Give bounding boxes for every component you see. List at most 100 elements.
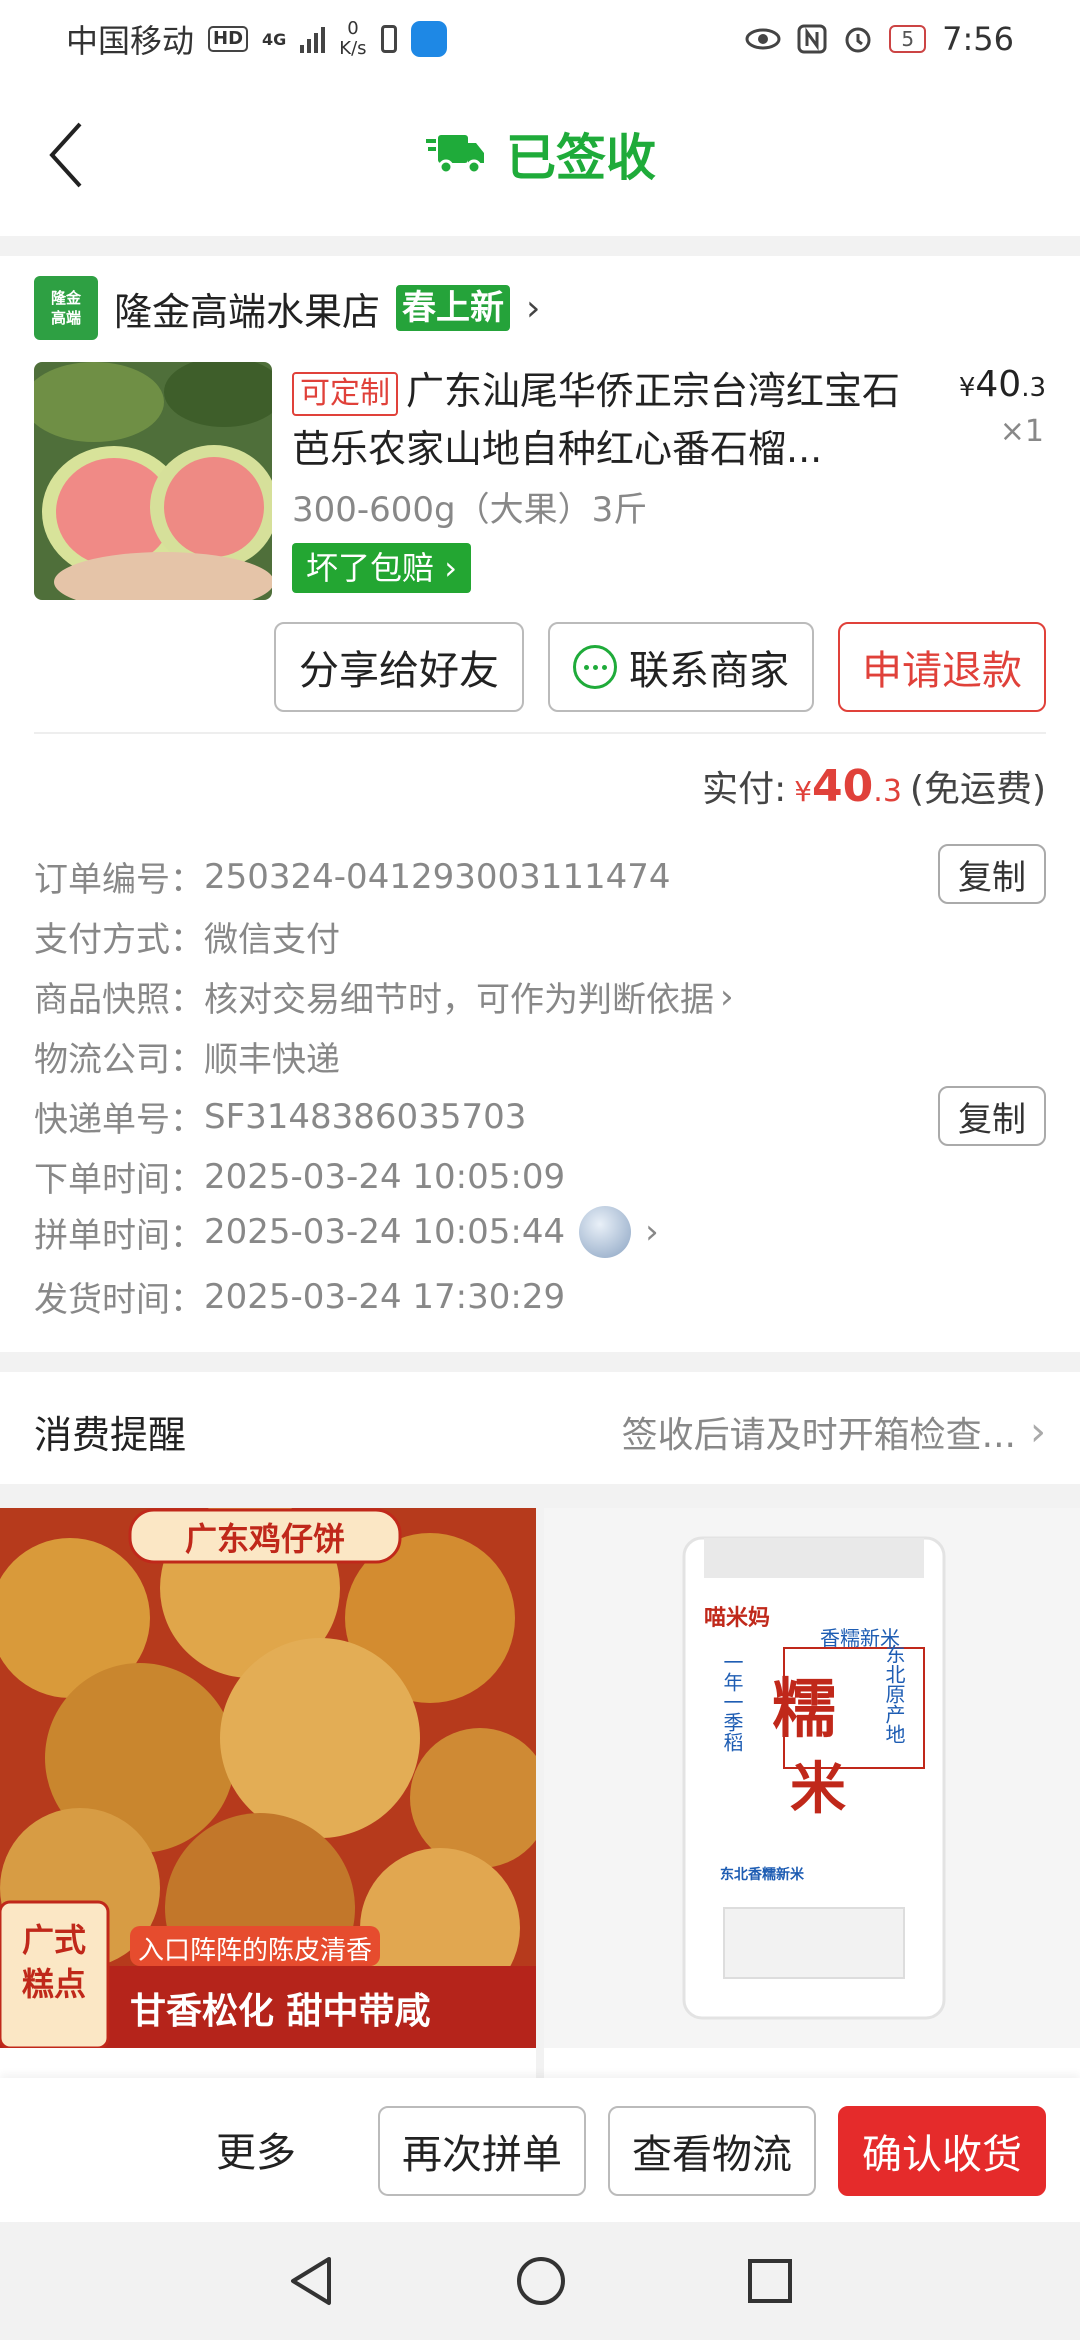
- group-time-row[interactable]: 拼单时间： 2025-03-24 10:05:44 ›: [34, 1206, 659, 1258]
- chat-icon: [573, 645, 617, 689]
- rice-vertical-left: 一年一季稻: [720, 1652, 744, 1752]
- chevron-right-icon: ›: [526, 287, 541, 329]
- nav-back-icon[interactable]: [287, 2255, 335, 2307]
- copy-order-number-button[interactable]: 复制: [938, 844, 1046, 904]
- tracking-number-value: SF3148386035703: [204, 1096, 527, 1137]
- payment-method-label: 支付方式：: [34, 920, 204, 960]
- paid-label: 实付:: [702, 769, 787, 810]
- speed-unit: K/s: [339, 38, 367, 59]
- copy-tracking-number-button[interactable]: 复制: [938, 1086, 1046, 1146]
- more-button[interactable]: 更多: [216, 2120, 296, 2178]
- chevron-right-icon: ›: [645, 1212, 659, 1252]
- price-int: 40: [975, 364, 1022, 405]
- order-number-value: 250324-041293003111474: [204, 856, 671, 897]
- paid-symbol: ¥: [794, 775, 813, 808]
- eye-icon: [745, 28, 781, 50]
- ship-time-row: 发货时间： 2025-03-24 17:30:29: [34, 1272, 565, 1321]
- guarantee-text: 坏了包赔: [306, 549, 435, 587]
- status-bar: 中国移动 HD 4G 0 K/s 5 7:56: [0, 0, 1080, 78]
- hd-icon: HD: [208, 26, 249, 52]
- refund-button[interactable]: 申请退款: [838, 622, 1046, 712]
- logistics-company-value: 顺丰快递: [204, 1040, 340, 1080]
- recommend-caption: [544, 2048, 1080, 2078]
- clock: 7:56: [942, 20, 1014, 58]
- network-label: 4G: [262, 29, 287, 49]
- recommend-card-left[interactable]: 广东鸡仔饼 入口阵阵的陈皮清香 甘香松化 甜中带咸 广式 糕点: [0, 1508, 536, 2078]
- payment-method-row: 支付方式： 微信支付: [34, 912, 340, 961]
- shop-name: 隆金高端水果店: [114, 289, 381, 334]
- recommend-sub: 入口阵阵的陈皮清香: [137, 1936, 372, 1966]
- ship-time-value: 2025-03-24 17:30:29: [204, 1276, 566, 1317]
- product-price: ¥40.3: [959, 364, 1046, 405]
- order-number-label: 订单编号：: [34, 860, 204, 900]
- guarantee-badge[interactable]: 坏了包赔 ›: [292, 543, 471, 593]
- paid-amount-int: 40: [812, 761, 874, 812]
- signal-icon: [300, 25, 326, 53]
- recommend-banner: 广东鸡仔饼: [184, 1520, 345, 1558]
- tracking-number-row: 快递单号： SF3148386035703: [34, 1092, 526, 1141]
- recommend-corner-line2: 糕点: [21, 1965, 86, 2003]
- system-nav-bar: [0, 2222, 1080, 2340]
- rice-sub: 东北香糯新米: [720, 1867, 804, 1883]
- alarm-icon: [845, 27, 871, 53]
- price-dec: .3: [1021, 373, 1046, 403]
- battery-icon: 5: [889, 25, 927, 53]
- carrier-label: 中国移动: [66, 22, 195, 60]
- recommend-caption: [0, 2048, 536, 2078]
- bottom-action-bar: 更多 再次拼单 查看物流 确认收货: [0, 2078, 1080, 2222]
- product-title[interactable]: 可定制 广东汕尾华侨正宗台湾红宝石芭乐农家山地自种红心番石榴...: [292, 362, 912, 478]
- avatar: [579, 1206, 632, 1258]
- rice-main-2: 米: [790, 1757, 846, 1822]
- rice-vertical-right: 东北原产地: [882, 1644, 906, 1744]
- order-number-row: 订单编号： 250324-041293003111474: [34, 852, 671, 901]
- recommend-corner-line1: 广式: [21, 1921, 86, 1959]
- network-speed: 0 K/s: [339, 19, 366, 59]
- consumer-reminder-row[interactable]: 消费提醒 签收后请及时开箱检查... ›: [0, 1372, 1080, 1484]
- confirm-receipt-button[interactable]: 确认收货: [838, 2106, 1046, 2196]
- paid-amount: 实付: ¥40.3 (免运费): [702, 760, 1046, 812]
- customizable-tag: 可定制: [292, 371, 398, 416]
- reminder-title: 消费提醒: [34, 1413, 187, 1457]
- app-notification-icon: [410, 21, 447, 57]
- nav-home-icon[interactable]: [515, 2255, 567, 2307]
- rice-brand: 喵米妈: [704, 1606, 771, 1631]
- chevron-right-icon: ›: [1030, 1409, 1046, 1455]
- nav-recents-icon[interactable]: [747, 2258, 793, 2304]
- order-time-value: 2025-03-24 10:05:09: [204, 1156, 566, 1197]
- reminder-text: 签收后请及时开箱检查...: [621, 1415, 1016, 1456]
- shop-logo-line2: 高端: [50, 309, 81, 327]
- snapshot-value: 核对交易细节时，可作为判断依据: [204, 980, 714, 1020]
- chevron-right-icon: ›: [720, 976, 734, 1017]
- product-image[interactable]: [34, 362, 272, 600]
- order-time-label: 下单时间：: [34, 1160, 204, 1200]
- logistics-company-label: 物流公司：: [34, 1040, 204, 1080]
- recommend-corner: 广式 糕点: [4, 1918, 104, 2006]
- payment-method-value: 微信支付: [204, 920, 340, 960]
- paid-amount-dec: .3: [873, 774, 902, 809]
- divider: [34, 732, 1046, 734]
- shop-logo: 隆金 高端: [34, 276, 98, 340]
- share-button[interactable]: 分享给好友: [274, 622, 524, 712]
- contact-label: 联系商家: [629, 648, 789, 694]
- reminder-value: 签收后请及时开箱检查... ›: [622, 1406, 1046, 1458]
- price-symbol: ¥: [958, 373, 976, 403]
- page-title: 已签收: [506, 129, 656, 187]
- rice-main-1: 糯: [772, 1673, 836, 1747]
- view-logistics-button[interactable]: 查看物流: [608, 2106, 816, 2196]
- product-quantity: ×1: [999, 414, 1044, 449]
- contact-seller-button[interactable]: 联系商家: [548, 622, 814, 712]
- tracking-number-label: 快递单号：: [34, 1100, 204, 1140]
- shop-badge: 春上新: [396, 285, 511, 331]
- snapshot-row[interactable]: 商品快照： 核对交易细节时，可作为判断依据 ›: [34, 972, 734, 1021]
- product-spec: 300-600g（大果）3斤: [292, 490, 648, 530]
- shipping-note: (免运费): [909, 769, 1046, 810]
- order-time-row: 下单时间： 2025-03-24 10:05:09: [34, 1152, 565, 1201]
- snapshot-label: 商品快照：: [34, 980, 204, 1020]
- shop-row[interactable]: 隆金 高端 隆金高端水果店 春上新 ›: [34, 276, 540, 340]
- regroup-button[interactable]: 再次拼单: [378, 2106, 586, 2196]
- logistics-company-row: 物流公司： 顺丰快递: [34, 1032, 340, 1081]
- recommend-card-right[interactable]: 喵米妈 香糯新米 糯 米 一年一季稻 东北原产地 东北香糯新米: [544, 1508, 1080, 2078]
- recommend-tagline: 甘香松化 甜中带咸: [130, 1991, 431, 2032]
- delivery-truck-icon: [426, 135, 484, 175]
- shop-logo-line1: 隆金: [50, 289, 81, 307]
